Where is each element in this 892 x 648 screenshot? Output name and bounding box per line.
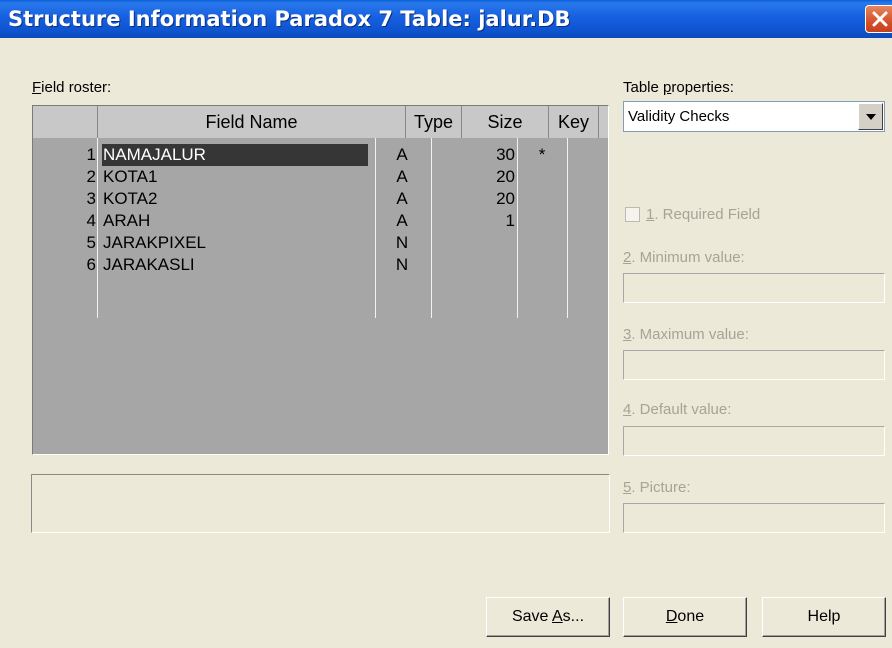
size-cell[interactable]: 30 xyxy=(433,144,515,166)
column-header-type[interactable]: Type xyxy=(406,106,462,138)
save-as-button[interactable]: Save As... xyxy=(486,597,610,637)
picture-field[interactable] xyxy=(623,503,885,533)
required-field-label[interactable]: 1. Required Field xyxy=(646,206,760,223)
column-header-filler xyxy=(599,106,608,138)
window-title: Structure Information Paradox 7 Table: j… xyxy=(8,7,571,31)
table-properties-value: Validity Checks xyxy=(628,108,730,125)
required-field-checkbox[interactable] xyxy=(625,207,640,222)
maximum-value-field[interactable] xyxy=(623,350,885,380)
field-roster-label: Field roster: xyxy=(32,79,112,96)
field-roster-grid[interactable]: Field Name Type Size Key 1 NAMAJALUR A 3… xyxy=(32,105,609,455)
default-value-label: 4. Default value: xyxy=(623,401,732,418)
table-row[interactable]: 1 NAMAJALUR A 30 * xyxy=(33,144,608,166)
title-bar[interactable]: Structure Information Paradox 7 Table: j… xyxy=(0,0,892,38)
row-number: 1 xyxy=(86,145,96,164)
row-number: 6 xyxy=(86,255,96,274)
type-cell[interactable]: A xyxy=(373,188,431,210)
column-header-field-name[interactable]: Field Name xyxy=(98,106,406,138)
minimum-value-label: 2. Minimum value: xyxy=(623,249,745,266)
chevron-down-icon xyxy=(866,114,876,120)
type-cell[interactable]: N xyxy=(373,232,431,254)
picture-label: 5. Picture: xyxy=(623,479,691,496)
close-button[interactable] xyxy=(865,5,892,33)
column-header-number xyxy=(33,106,98,138)
minimum-value-field[interactable] xyxy=(623,273,885,303)
table-row[interactable]: 5 JARAKPIXEL N xyxy=(33,232,608,254)
close-icon xyxy=(872,11,888,27)
field-name-cell[interactable]: NAMAJALUR xyxy=(102,144,368,166)
row-number: 4 xyxy=(86,211,96,230)
size-cell[interactable]: 20 xyxy=(433,188,515,210)
help-button[interactable]: Help xyxy=(762,597,886,637)
key-cell[interactable]: * xyxy=(519,144,565,166)
table-row[interactable]: 3 KOTA2 A 20 xyxy=(33,188,608,210)
default-value-field[interactable] xyxy=(623,426,885,456)
type-cell[interactable]: A xyxy=(373,144,431,166)
size-cell[interactable]: 20 xyxy=(433,166,515,188)
field-name-cell[interactable]: JARAKPIXEL xyxy=(103,232,206,254)
maximum-value-label: 3. Maximum value: xyxy=(623,326,749,343)
table-row[interactable]: 2 KOTA1 A 20 xyxy=(33,166,608,188)
row-number: 5 xyxy=(86,233,96,252)
type-cell[interactable]: N xyxy=(373,254,431,276)
field-name-cell[interactable]: ARAH xyxy=(103,210,150,232)
field-description-box xyxy=(31,474,610,533)
row-number: 3 xyxy=(86,189,96,208)
column-header-size[interactable]: Size xyxy=(462,106,549,138)
column-header-key[interactable]: Key xyxy=(549,106,599,138)
row-number: 2 xyxy=(86,167,96,186)
type-cell[interactable]: A xyxy=(373,166,431,188)
done-button[interactable]: Done xyxy=(623,597,747,637)
table-properties-select[interactable]: Validity Checks xyxy=(623,101,885,132)
size-cell[interactable]: 1 xyxy=(433,210,515,232)
field-name-cell[interactable]: JARAKASLI xyxy=(103,254,195,276)
field-name-cell[interactable]: KOTA2 xyxy=(103,188,157,210)
field-name-cell[interactable]: KOTA1 xyxy=(103,166,157,188)
table-properties-label: Table properties: xyxy=(623,79,734,96)
table-row[interactable]: 6 JARAKASLI N xyxy=(33,254,608,276)
type-cell[interactable]: A xyxy=(373,210,431,232)
dropdown-button[interactable] xyxy=(858,103,883,130)
table-row[interactable]: 4 ARAH A 1 xyxy=(33,210,608,232)
